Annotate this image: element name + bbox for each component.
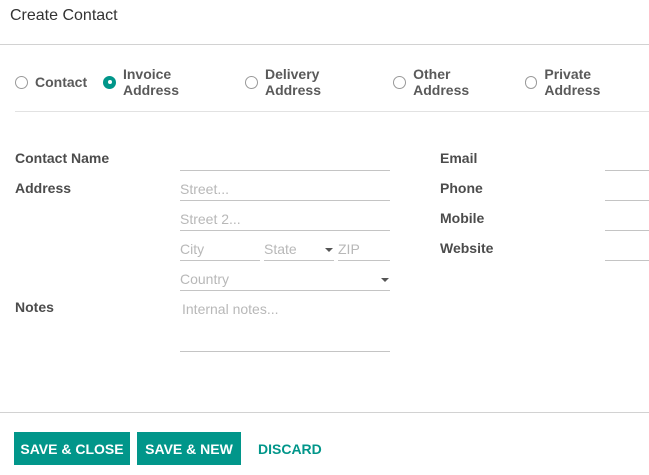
street2-input[interactable]: Street 2...: [180, 208, 390, 231]
radio-label: Invoice Address: [122, 66, 179, 98]
website-input[interactable]: [605, 238, 649, 261]
country-select[interactable]: Country: [180, 268, 390, 291]
radio-button-icon[interactable]: [15, 75, 28, 89]
radio-button-icon[interactable]: [245, 75, 258, 89]
notes-placeholder: Internal notes...: [182, 301, 279, 317]
notes-label: Notes: [15, 299, 54, 315]
website-label: Website: [440, 240, 494, 256]
phone-label: Phone: [440, 180, 483, 196]
street2-placeholder: Street 2...: [180, 211, 241, 227]
zip-input[interactable]: ZIP: [338, 238, 390, 261]
radio-label: Contact: [35, 74, 88, 90]
street-input[interactable]: Street...: [180, 178, 390, 201]
radio-label: Other Address: [413, 66, 470, 98]
country-placeholder: Country: [180, 271, 230, 287]
radio-button-icon[interactable]: [393, 75, 407, 89]
discard-button[interactable]: DISCARD: [258, 432, 322, 465]
radio-label: Delivery Address: [264, 66, 321, 98]
radio-button-checked-icon[interactable]: [103, 75, 116, 89]
contact-name-label: Contact Name: [15, 150, 110, 166]
save-new-button[interactable]: SAVE & NEW: [137, 432, 241, 465]
radio-delivery-address[interactable]: Delivery Address: [245, 66, 377, 98]
radio-label: Private Address: [544, 66, 601, 98]
mobile-input[interactable]: [605, 208, 649, 231]
radio-other-address[interactable]: Other Address: [393, 66, 508, 98]
phone-input[interactable]: [605, 178, 649, 201]
radio-private-address[interactable]: Private Address: [524, 66, 649, 98]
save-close-button[interactable]: SAVE & CLOSE: [14, 432, 130, 465]
radio-invoice-address[interactable]: Invoice Address: [103, 66, 229, 98]
dialog-title: Create Contact: [10, 7, 118, 24]
radio-contact[interactable]: Contact: [15, 74, 87, 90]
mobile-label: Mobile: [440, 210, 485, 226]
address-label: Address: [15, 180, 72, 196]
chevron-down-icon[interactable]: [325, 248, 333, 252]
email-input[interactable]: [605, 148, 649, 171]
zip-placeholder: ZIP: [338, 241, 360, 257]
radio-button-icon[interactable]: [524, 75, 538, 89]
city-input[interactable]: City: [180, 238, 260, 261]
dialog-header: Create Contact: [0, 0, 649, 45]
address-type-radio-group: Contact Invoice Address Delivery Address…: [15, 66, 649, 98]
city-placeholder: City: [180, 241, 205, 257]
state-select[interactable]: State: [264, 238, 334, 261]
chevron-down-icon[interactable]: [381, 278, 389, 282]
notes-textarea[interactable]: Internal notes...: [180, 297, 390, 352]
section-divider: [15, 111, 649, 112]
street-placeholder: Street...: [180, 181, 230, 197]
state-placeholder: State: [264, 241, 297, 257]
contact-name-input[interactable]: [180, 148, 390, 171]
email-label: Email: [440, 150, 478, 166]
footer-divider: [0, 412, 649, 413]
